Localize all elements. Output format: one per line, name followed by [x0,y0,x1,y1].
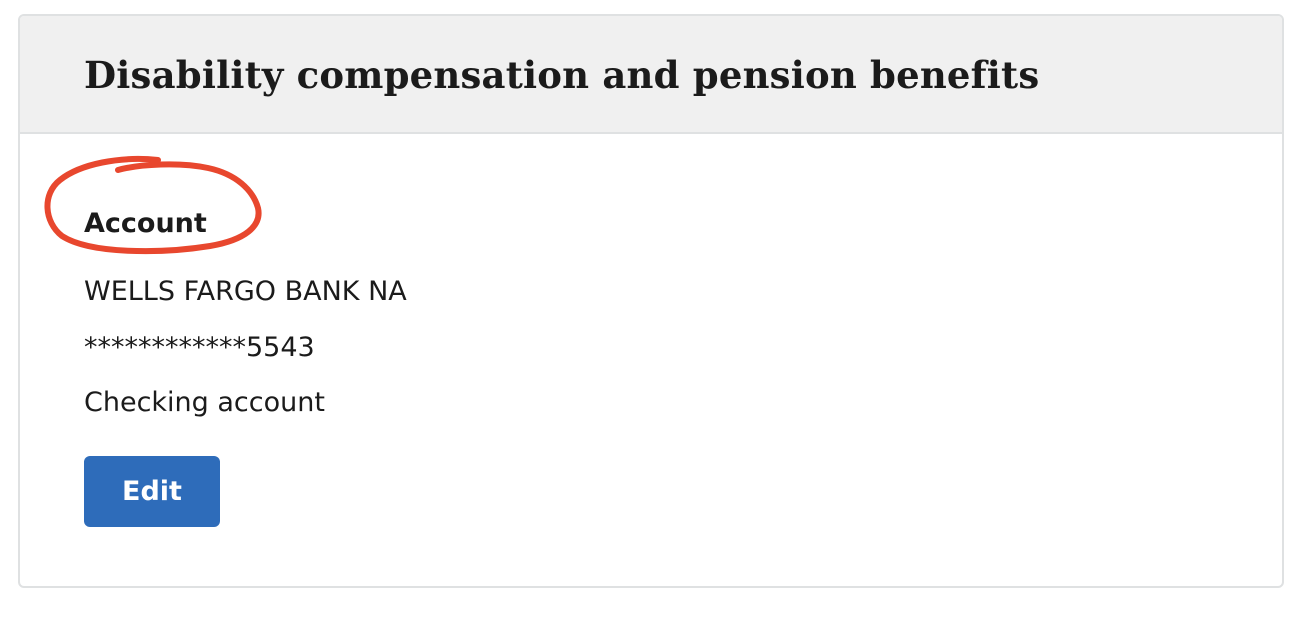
card-header: Disability compensation and pension bene… [20,16,1282,134]
card-body: Account WELLS FARGO BANK NA ************… [84,134,1282,586]
benefits-card: Disability compensation and pension bene… [18,14,1284,588]
card-title: Disability compensation and pension bene… [84,53,1040,97]
account-number: ************5543 [84,332,315,363]
bank-name: WELLS FARGO BANK NA [84,276,407,307]
edit-button[interactable]: Edit [84,456,220,527]
account-type: Checking account [84,387,325,418]
account-heading: Account [84,208,207,239]
